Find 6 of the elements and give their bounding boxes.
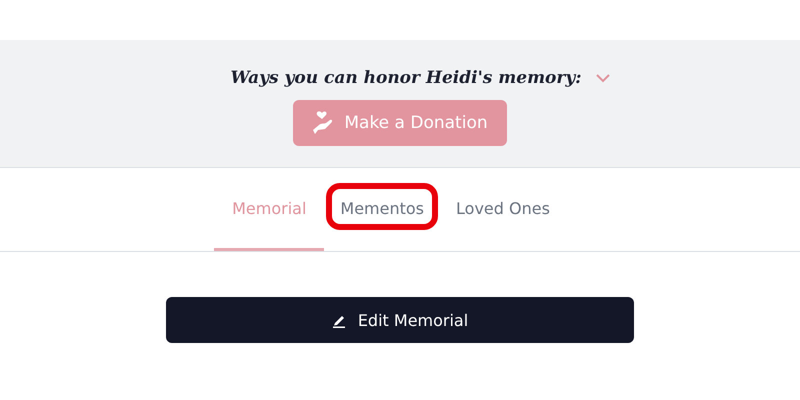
tab[interactable]: Loved Ones bbox=[440, 168, 566, 251]
tab[interactable]: Mementos bbox=[324, 168, 440, 251]
chevron-down-icon[interactable] bbox=[596, 74, 610, 82]
hand-heart-icon bbox=[312, 110, 334, 136]
banner-heading: Ways you can honor Heidi's memory: bbox=[230, 68, 582, 88]
edit-memorial-button[interactable]: Edit Memorial bbox=[166, 297, 634, 343]
